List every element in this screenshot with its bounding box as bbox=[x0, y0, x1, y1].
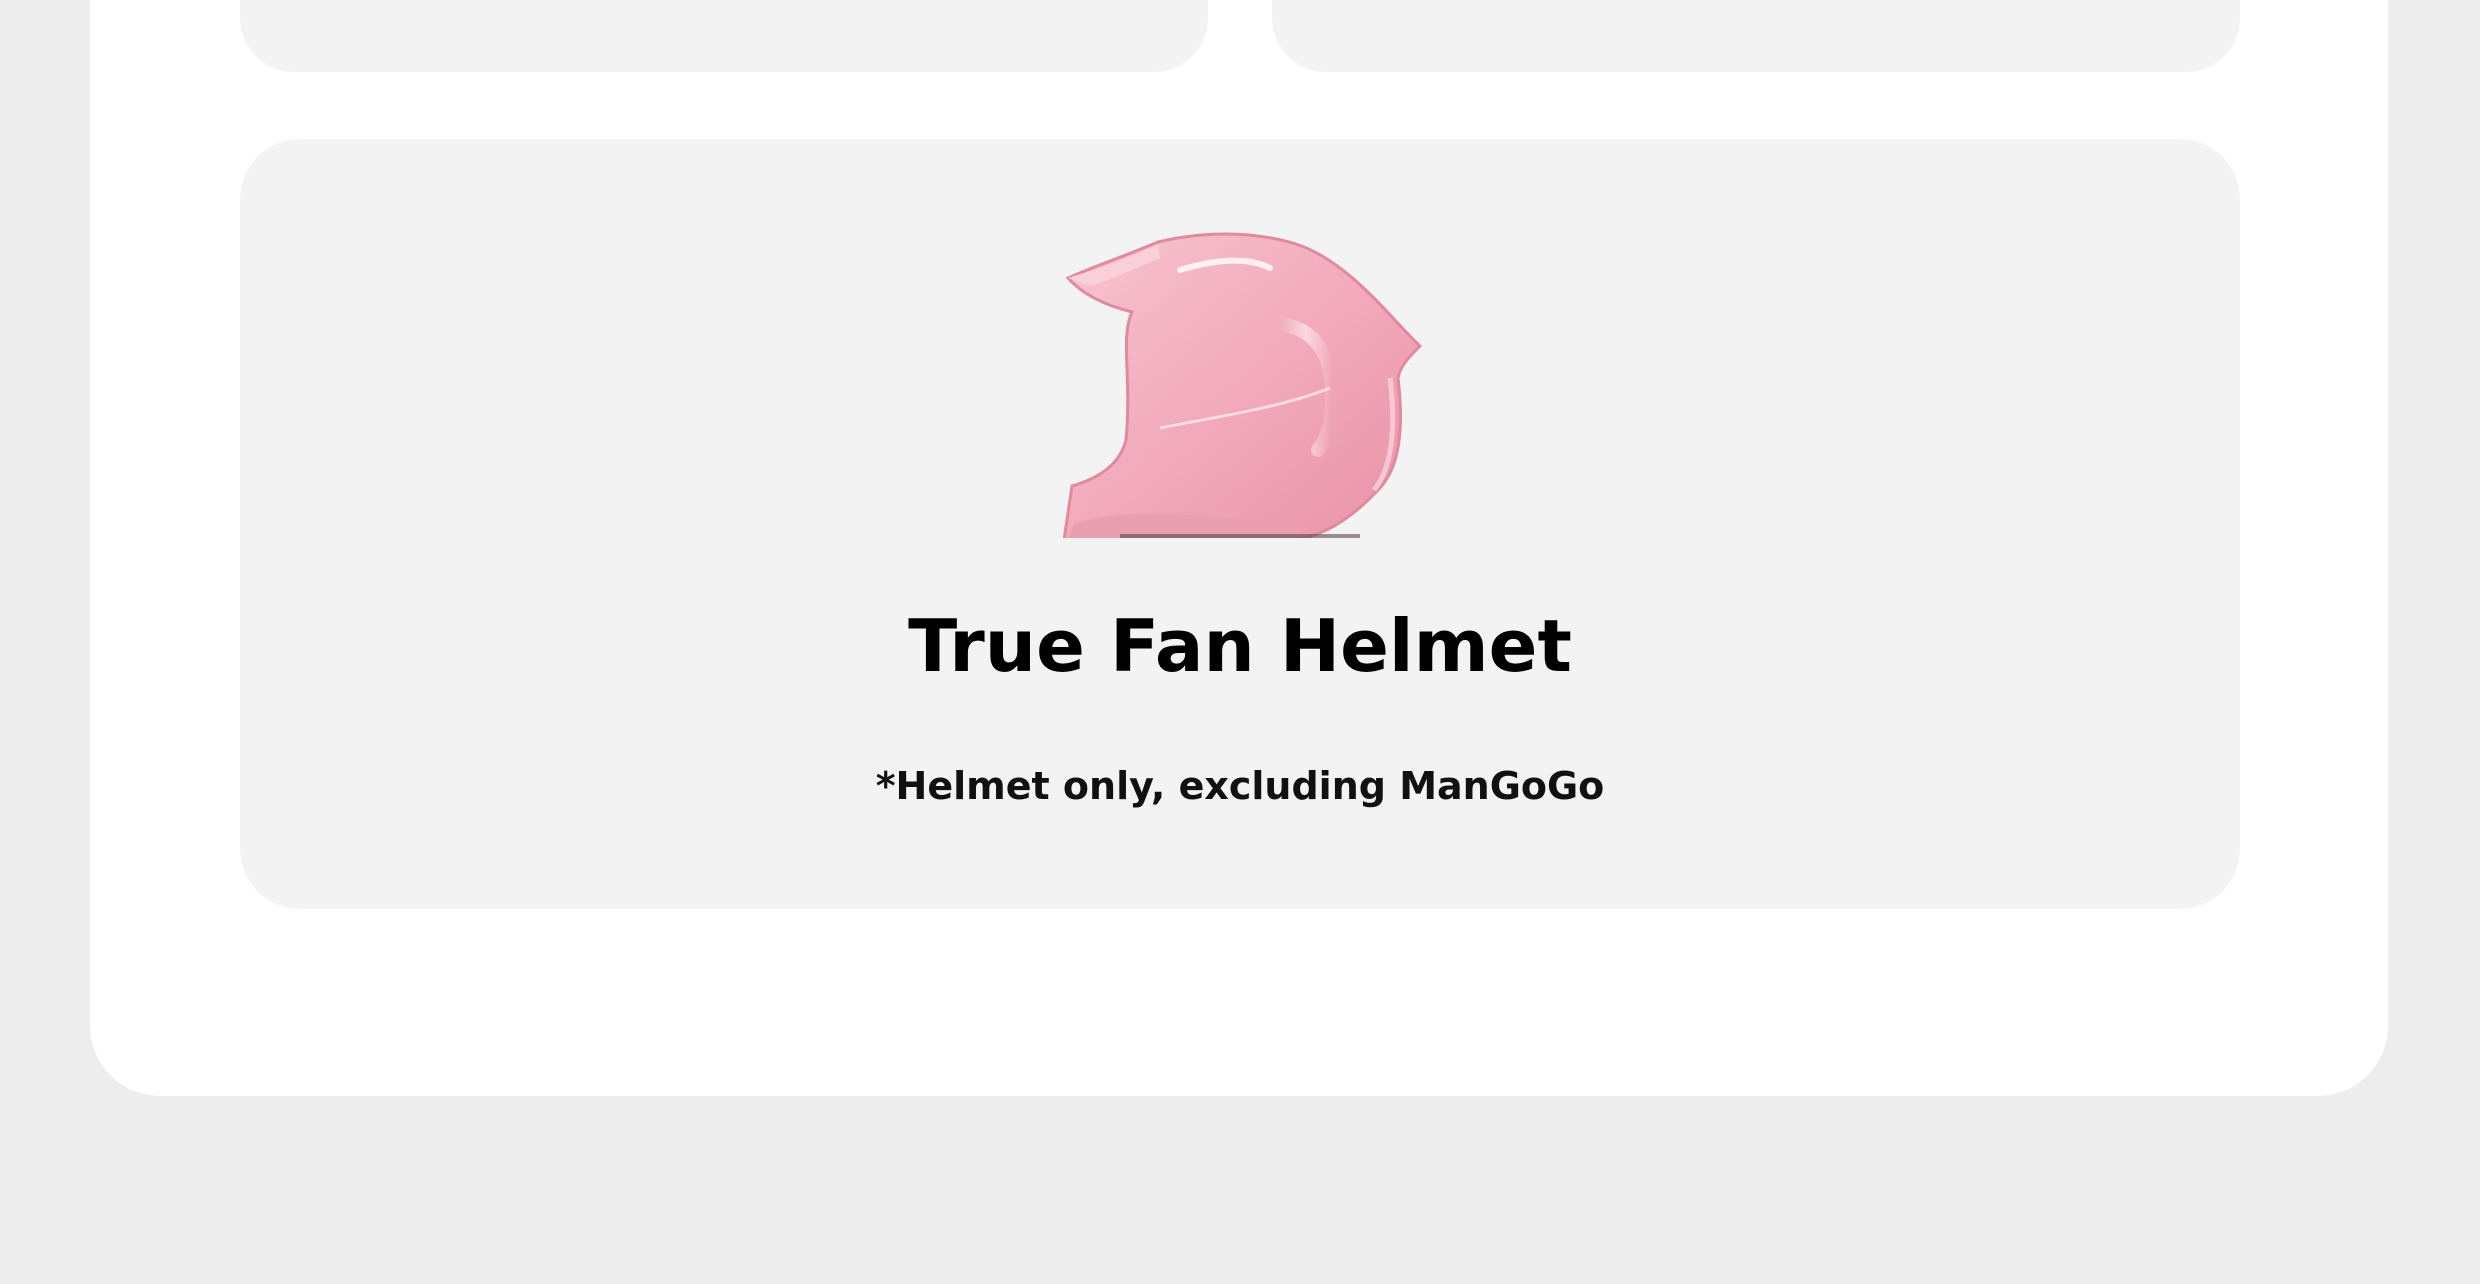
product-tile-top-left[interactable] bbox=[240, 0, 1208, 72]
helmet-icon bbox=[1060, 228, 1430, 538]
product-title: True Fan Helmet bbox=[908, 604, 1572, 688]
product-tile-top-right[interactable] bbox=[1272, 0, 2240, 72]
product-note: *Helmet only, excluding ManGoGo bbox=[875, 764, 1605, 808]
